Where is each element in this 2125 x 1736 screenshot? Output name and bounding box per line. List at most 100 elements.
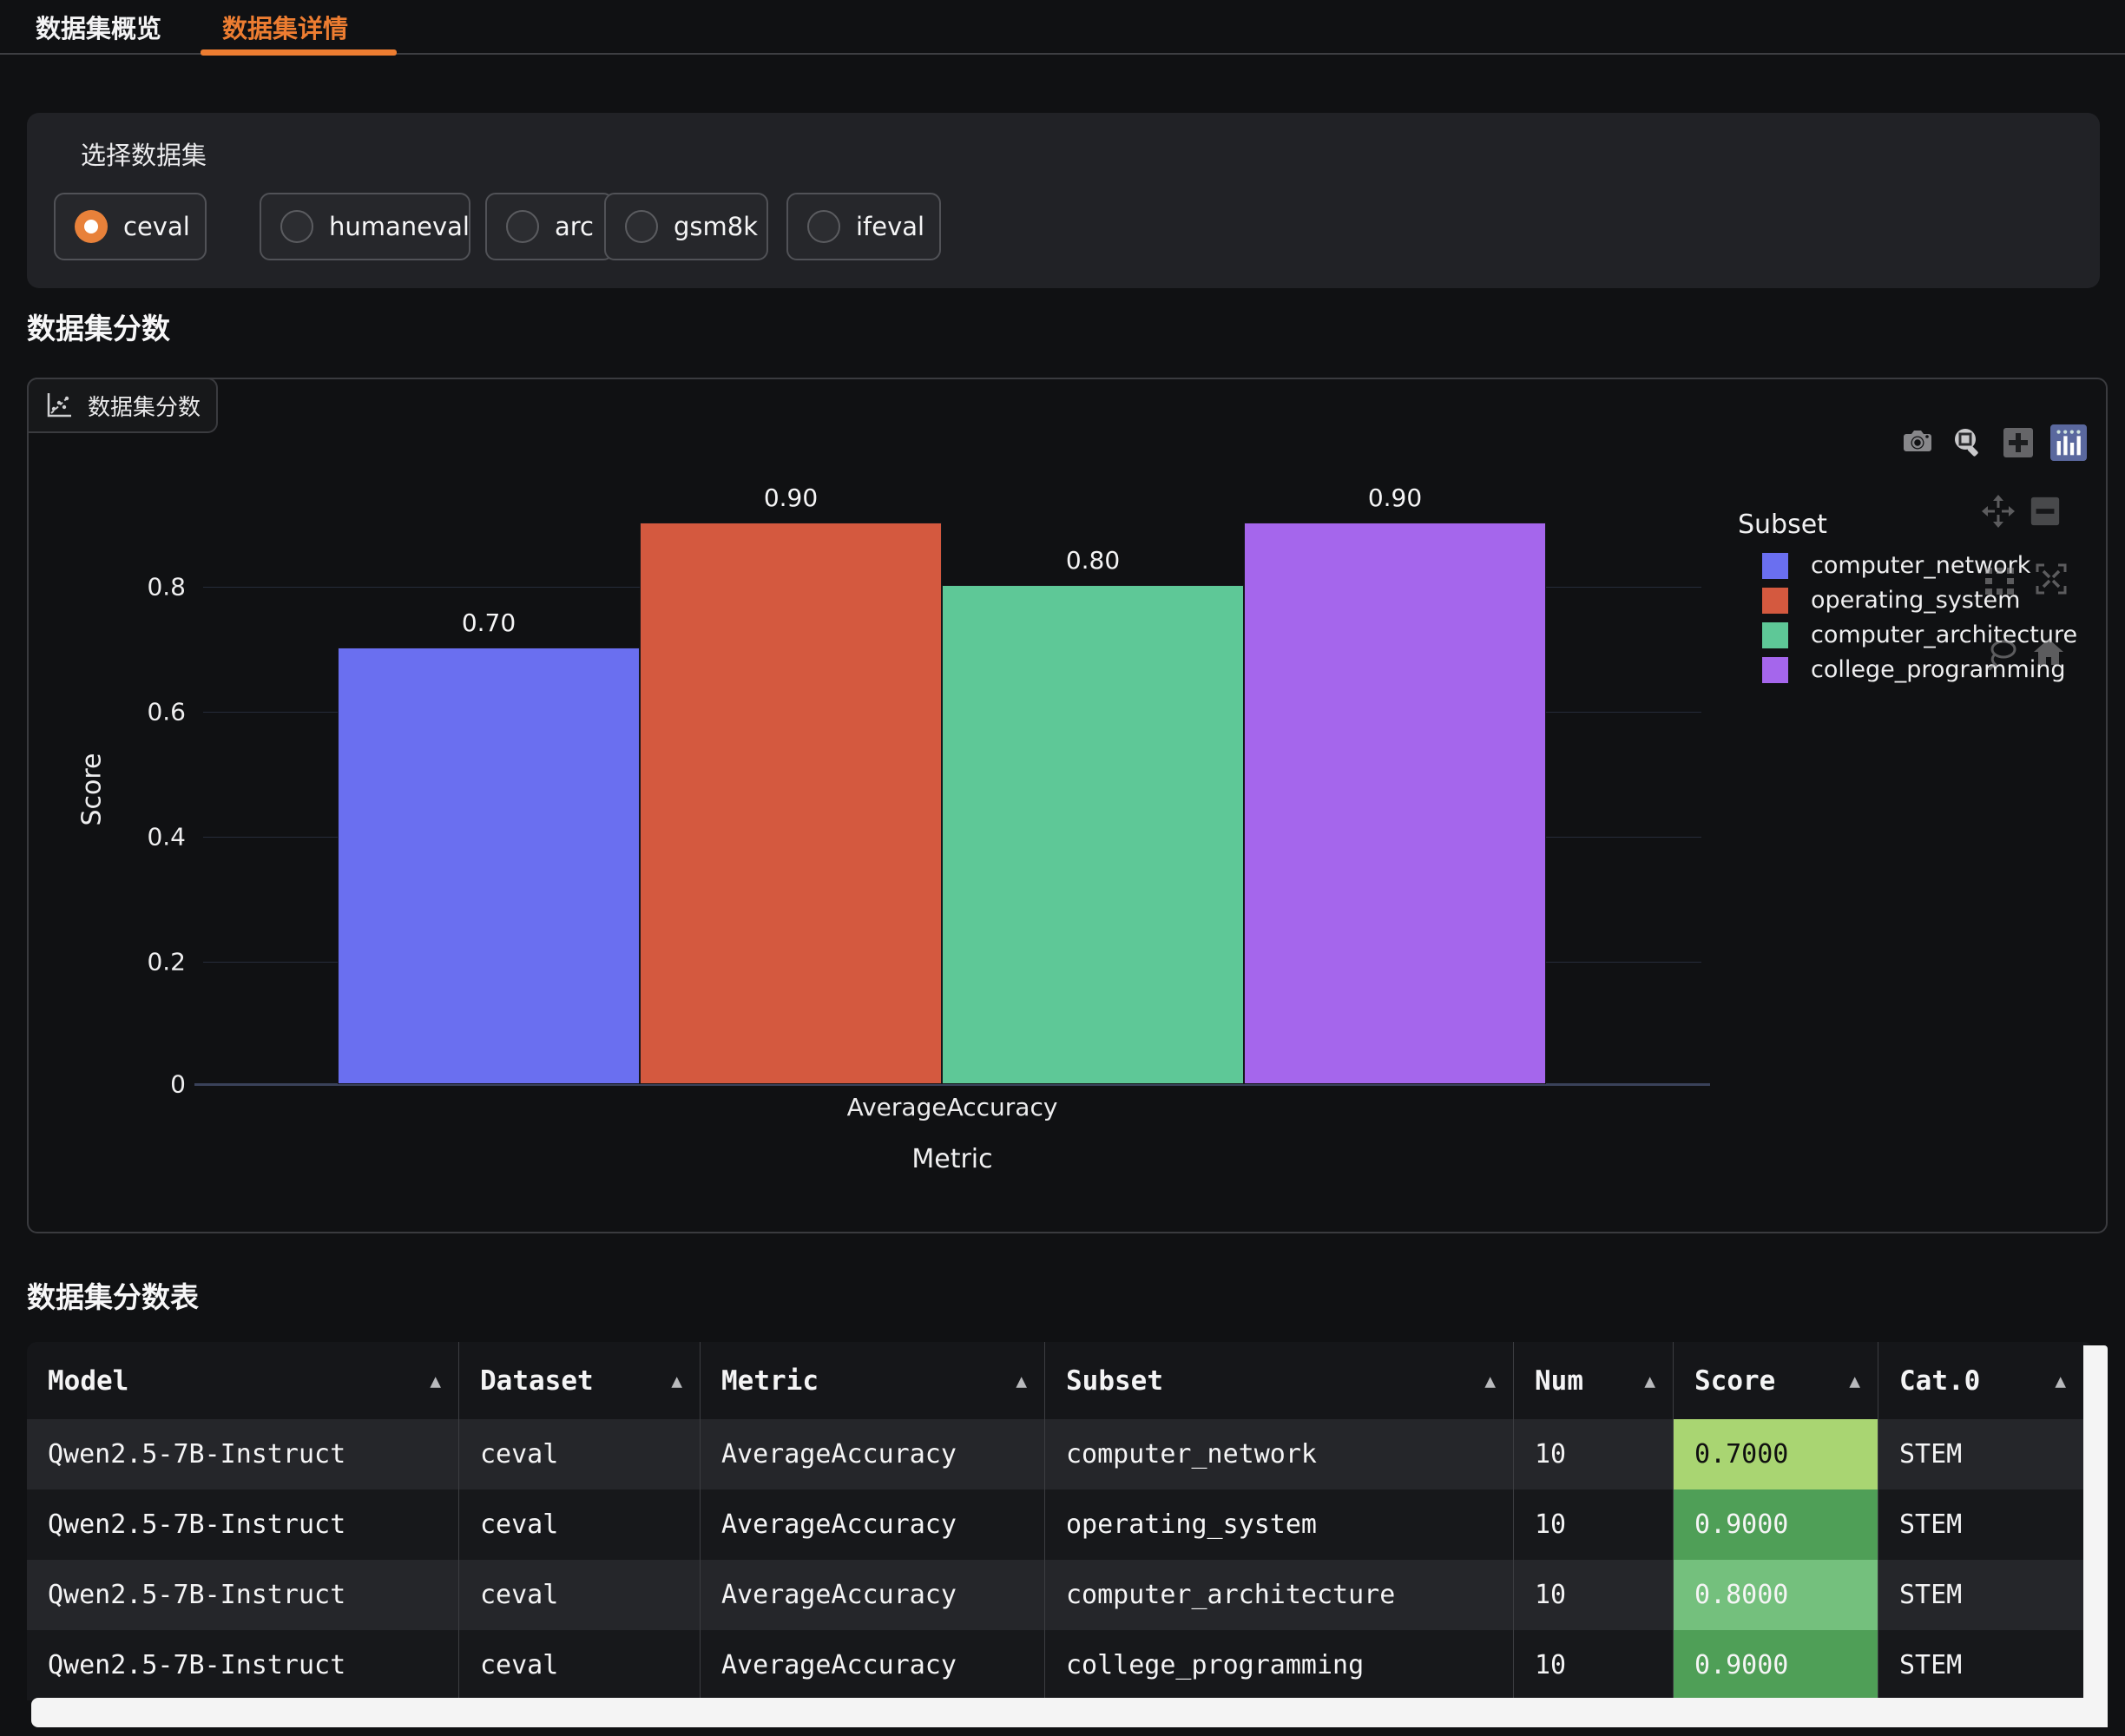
chart-panel-tab[interactable]: 数据集分数 — [27, 378, 218, 433]
download-camera-icon[interactable] — [1899, 424, 1936, 461]
bar-rect[interactable] — [338, 648, 640, 1084]
table-horizontal-scrollbar[interactable] — [31, 1698, 2108, 1727]
sort-arrow-icon[interactable]: ▲ — [2055, 1371, 2066, 1391]
cell-category: STEM — [1878, 1630, 2083, 1700]
column-header-subset[interactable]: Subset ▲ — [1045, 1342, 1514, 1419]
bar-rect[interactable] — [640, 523, 942, 1084]
plotly-logo-icon[interactable] — [2050, 424, 2087, 461]
cell-num: 10 — [1514, 1630, 1674, 1700]
bar-rect[interactable] — [942, 585, 1244, 1084]
column-header-cat0[interactable]: Cat.0 ▲ — [1878, 1342, 2083, 1419]
bar-value-label: 0.80 — [1066, 546, 1120, 575]
table-row[interactable]: Qwen2.5-7B-Instruct ceval AverageAccurac… — [27, 1419, 2083, 1489]
column-header-metric[interactable]: Metric ▲ — [701, 1342, 1045, 1419]
column-header-score[interactable]: Score ▲ — [1674, 1342, 1878, 1419]
cell-metric: AverageAccuracy — [701, 1560, 1045, 1630]
cell-num: 10 — [1514, 1560, 1674, 1630]
bar-operating-system[interactable]: 0.90 — [640, 483, 942, 1084]
dataset-selector-title: 选择数据集 — [81, 135, 207, 172]
bar-value-label: 0.70 — [462, 608, 516, 637]
dataset-option-humaneval[interactable]: humaneval — [260, 193, 470, 260]
radio-unselected-icon[interactable] — [280, 210, 313, 243]
autoscale-icon[interactable] — [2032, 560, 2070, 598]
cell-num: 10 — [1514, 1489, 1674, 1560]
dataset-option-label: gsm8k — [674, 212, 758, 241]
cell-subset: computer_network — [1045, 1419, 1514, 1489]
y-tick-label: 0.4 — [102, 823, 186, 852]
table-row[interactable]: Qwen2.5-7B-Instruct ceval AverageAccurac… — [27, 1560, 2083, 1630]
cell-dataset: ceval — [459, 1560, 701, 1630]
column-header-label: Subset — [1066, 1365, 1163, 1397]
radio-unselected-icon[interactable] — [807, 210, 840, 243]
x-axis-title: Metric — [203, 1144, 1701, 1174]
table-row[interactable]: Qwen2.5-7B-Instruct ceval AverageAccurac… — [27, 1630, 2083, 1700]
column-header-label: Metric — [721, 1365, 819, 1397]
y-tick-label: 0.2 — [102, 948, 186, 976]
dataset-option-label: arc — [555, 212, 594, 241]
cell-subset: operating_system — [1045, 1489, 1514, 1560]
cell-category: STEM — [1878, 1419, 2083, 1489]
reset-home-icon[interactable] — [2030, 634, 2067, 670]
legend-swatch — [1762, 657, 1788, 683]
sort-arrow-icon[interactable]: ▲ — [671, 1371, 682, 1391]
zoom-in-icon[interactable] — [2000, 424, 2036, 461]
zoom-out-icon[interactable] — [2029, 495, 2062, 528]
plotly-modebar — [1899, 424, 2087, 461]
sort-arrow-icon[interactable]: ▲ — [1644, 1371, 1655, 1391]
sort-arrow-icon[interactable]: ▲ — [430, 1371, 441, 1391]
legend-item-operating-system[interactable]: operating_system — [1762, 587, 2077, 614]
bar-value-label: 0.90 — [764, 483, 818, 512]
dataset-option-gsm8k[interactable]: gsm8k — [604, 193, 768, 260]
legend-item-computer-network[interactable]: computer_network — [1762, 552, 2077, 579]
dataset-option-ceval[interactable]: ceval — [54, 193, 207, 260]
table-vertical-scrollbar[interactable] — [2083, 1345, 2108, 1727]
lasso-icon[interactable] — [1984, 635, 2020, 672]
dataset-selector-panel: 选择数据集 ceval humaneval arc gsm8k ifeval — [27, 113, 2100, 288]
app-root: 数据集概览 数据集详情 选择数据集 ceval humaneval arc gs… — [0, 0, 2125, 1736]
cell-score: 0.9000 — [1674, 1630, 1878, 1700]
column-header-num[interactable]: Num ▲ — [1514, 1342, 1674, 1419]
legend-swatch — [1762, 622, 1788, 648]
cell-category: STEM — [1878, 1489, 2083, 1560]
zoom-box-icon[interactable] — [1950, 424, 1986, 461]
radio-unselected-icon[interactable] — [506, 210, 539, 243]
dataset-option-label: ifeval — [856, 212, 924, 241]
table-row[interactable]: Qwen2.5-7B-Instruct ceval AverageAccurac… — [27, 1489, 2083, 1560]
plot-area[interactable]: Score 0.8 0.6 0.4 0.2 0 0.70 0.90 0.80 — [203, 462, 1701, 1086]
cell-model: Qwen2.5-7B-Instruct — [27, 1489, 459, 1560]
cell-dataset: ceval — [459, 1630, 701, 1700]
column-header-model[interactable]: Model ▲ — [27, 1342, 459, 1419]
box-select-icon[interactable] — [1982, 564, 2016, 599]
bar-college-programming[interactable]: 0.90 — [1244, 483, 1546, 1084]
dataset-scores-heading: 数据集分数 — [27, 306, 170, 347]
legend-label: college_programming — [1811, 656, 2066, 683]
legend-swatch — [1762, 553, 1788, 579]
cell-score: 0.9000 — [1674, 1489, 1878, 1560]
cell-model: Qwen2.5-7B-Instruct — [27, 1560, 459, 1630]
y-tick-label: 0.8 — [102, 573, 186, 602]
tab-dataset-overview[interactable]: 数据集概览 — [36, 0, 161, 54]
sort-arrow-icon[interactable]: ▲ — [1016, 1371, 1027, 1391]
dataset-scores-chart-panel: 数据集分数 — [27, 378, 2108, 1233]
dataset-option-arc[interactable]: arc — [485, 193, 614, 260]
cell-score: 0.7000 — [1674, 1419, 1878, 1489]
radio-selected-icon[interactable] — [75, 210, 108, 243]
legend-swatch — [1762, 588, 1788, 614]
cell-category: STEM — [1878, 1560, 2083, 1630]
sort-arrow-icon[interactable]: ▲ — [1484, 1371, 1496, 1391]
cell-num: 10 — [1514, 1419, 1674, 1489]
bar-computer-architecture[interactable]: 0.80 — [942, 546, 1244, 1084]
y-tick-label: 0 — [102, 1070, 186, 1099]
dataset-option-ifeval[interactable]: ifeval — [786, 193, 941, 260]
tab-dataset-details[interactable]: 数据集详情 — [222, 0, 348, 54]
bar-rect[interactable] — [1244, 523, 1546, 1084]
cell-model: Qwen2.5-7B-Instruct — [27, 1419, 459, 1489]
cell-metric: AverageAccuracy — [701, 1630, 1045, 1700]
pan-icon[interactable] — [1980, 493, 2016, 529]
dataset-option-label: humaneval — [329, 212, 470, 241]
bar-computer-network[interactable]: 0.70 — [338, 608, 640, 1084]
radio-unselected-icon[interactable] — [625, 210, 658, 243]
column-header-dataset[interactable]: Dataset ▲ — [459, 1342, 701, 1419]
sort-arrow-icon[interactable]: ▲ — [1849, 1371, 1860, 1391]
scatter-chart-icon — [44, 391, 74, 420]
